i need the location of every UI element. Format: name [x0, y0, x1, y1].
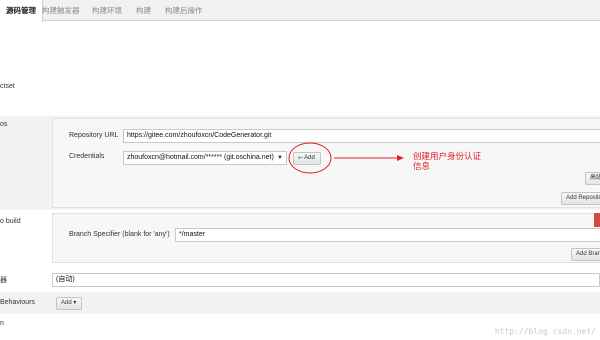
chevron-down-icon: ▾ [71, 300, 77, 306]
additional-behaviours-label: Behaviours [0, 299, 36, 306]
watermark: http://blog.csdn.net/ [494, 327, 596, 336]
branch-specifier-input[interactable]: */master [175, 228, 600, 242]
annotation-overlay [288, 142, 404, 174]
repository-browser-select[interactable]: (自动) [52, 273, 600, 287]
annotation-text-line2: 信息 [413, 161, 431, 171]
annotation-text-line1: 创建用户身份认证 [413, 151, 482, 161]
add-behaviour-button[interactable]: Add ▾ [56, 297, 82, 310]
branch-panel: Branch Specifier (blank for 'any') */mas… [52, 213, 600, 263]
bottom-truncated-label: n [0, 320, 4, 327]
add-branch-button[interactable]: Add Branch [571, 248, 600, 261]
delete-branch-button[interactable] [594, 213, 600, 227]
branches-to-build-label: o build [0, 218, 21, 225]
annotation-ellipse [288, 142, 332, 174]
annotation-arrow-head [397, 155, 404, 161]
repository-browser-label: 器 [0, 277, 7, 284]
branch-specifier-label: Branch Specifier (blank for 'any') [69, 231, 170, 238]
behaviours-section [0, 292, 600, 314]
